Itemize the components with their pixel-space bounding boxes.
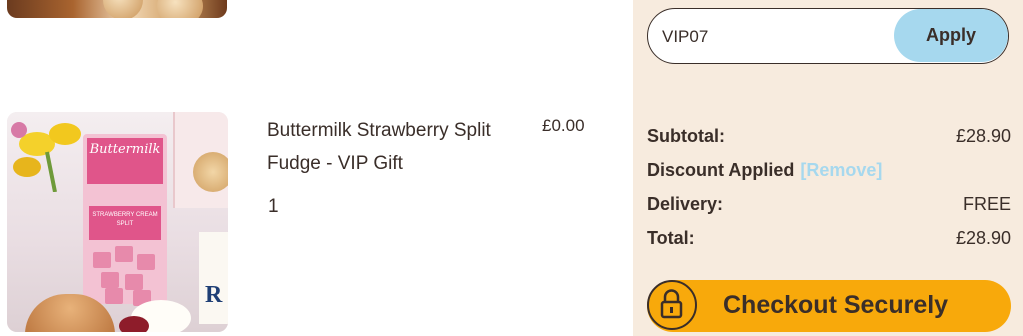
product-thumbnail[interactable]: Buttermilk STRAWBERRY CREAM SPLIT R (7, 112, 228, 332)
product-quantity: 1 (268, 196, 279, 217)
promo-code-input[interactable] (660, 9, 894, 63)
bag-flavour: STRAWBERRY CREAM SPLIT (89, 206, 161, 240)
discount-label: Discount Applied (647, 160, 795, 180)
tin: R (199, 232, 228, 324)
delivery-value: FREE (962, 194, 1011, 214)
total-row: Total: £28.90 (647, 228, 1011, 249)
total-value: £28.90 (955, 228, 1011, 248)
bag-brand: Buttermilk (87, 138, 163, 184)
subtotal-label: Subtotal: (647, 126, 725, 146)
remove-discount-link[interactable]: [Remove] (800, 160, 882, 180)
product-name-line1: Buttermilk Strawberry Split (267, 120, 491, 141)
discount-row: Discount Applied [Remove] (647, 160, 1011, 181)
subtotal-value: £28.90 (955, 126, 1011, 146)
lock-icon (647, 280, 697, 330)
subtotal-row: Subtotal: £28.90 (647, 126, 1011, 147)
delivery-label: Delivery: (647, 194, 724, 214)
fudge-bag: Buttermilk STRAWBERRY CREAM SPLIT (83, 134, 167, 306)
promo-code-form: Apply (647, 8, 1009, 64)
apply-button[interactable]: Apply (894, 9, 1008, 62)
checkout-button[interactable]: Checkout Securely (647, 280, 1011, 332)
biscuit-box (173, 112, 228, 208)
order-summary-panel: Apply Subtotal: £28.90 Discount Applied[… (633, 0, 1023, 336)
delivery-row: Delivery: FREE (647, 194, 1011, 215)
product-price: £0.00 (542, 116, 585, 135)
total-label: Total: (647, 228, 695, 248)
checkout-label: Checkout Securely (723, 291, 949, 319)
jam (119, 316, 149, 332)
product-name[interactable]: Buttermilk Strawberry Split Fudge - VIP … (267, 114, 537, 180)
product-name-line2: Fudge - VIP Gift (267, 153, 403, 174)
previous-item-thumbnail (7, 0, 227, 18)
